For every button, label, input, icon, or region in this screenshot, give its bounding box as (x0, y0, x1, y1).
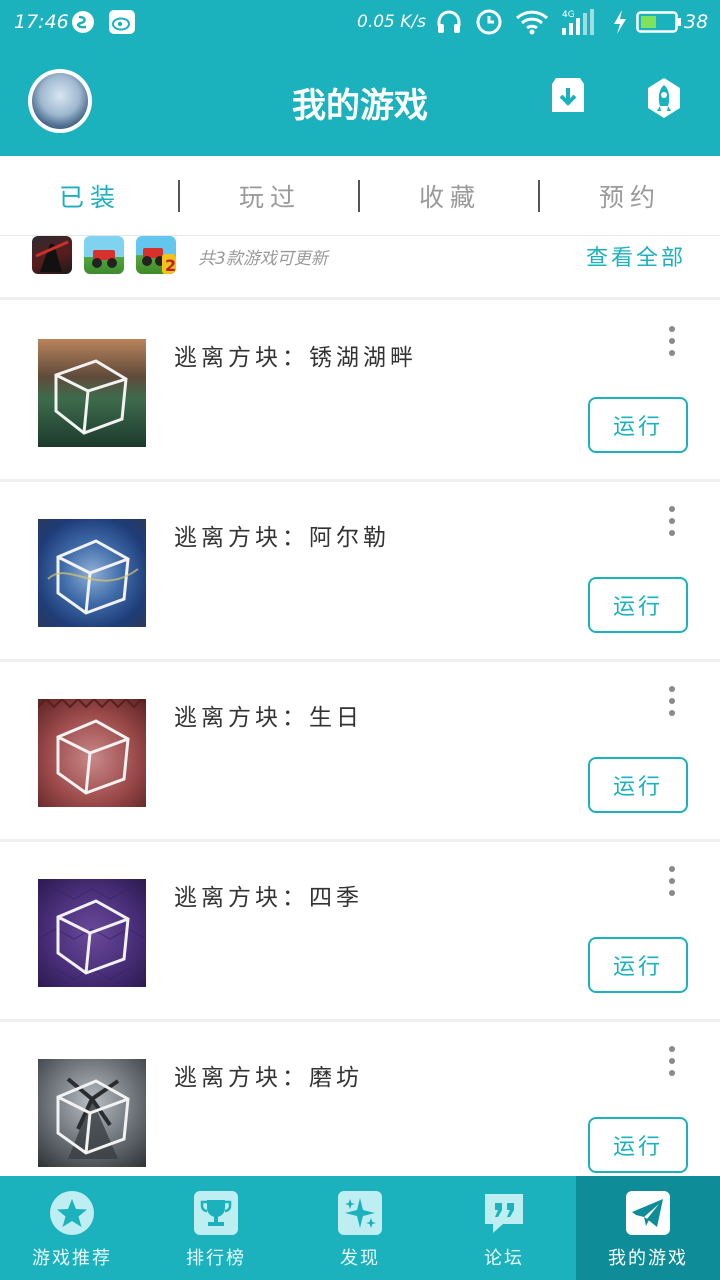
nav-label: 我的游戏 (608, 1248, 688, 1269)
app-header: 我的游戏 (0, 46, 720, 156)
game-list-item[interactable]: 逃离方块：锈湖湖畔 运行 (0, 302, 720, 482)
game-thumbnail (38, 699, 146, 807)
quote-bubble-icon (481, 1190, 527, 1236)
nav-game-recommend[interactable]: 游戏推荐 (0, 1176, 144, 1280)
battery-icon (636, 8, 682, 36)
game-title: 逃离方块：锈湖湖畔 (174, 345, 417, 371)
status-bar: 17:46 0.05 K/s 4G 38 (0, 0, 720, 46)
game-list-item[interactable]: 逃离方块：生日 运行 (0, 662, 720, 842)
more-options-button[interactable] (662, 504, 682, 538)
cube-icon (47, 539, 139, 615)
tab-divider (178, 180, 180, 212)
run-button[interactable]: 运行 (588, 397, 688, 453)
game-title: 逃离方块：磨坊 (174, 1065, 363, 1091)
game-title: 逃离方块：四季 (174, 885, 363, 911)
headphones-icon (436, 8, 462, 36)
run-button[interactable]: 运行 (588, 577, 688, 633)
game-thumbnail (38, 1059, 146, 1167)
game-thumbnail (38, 519, 146, 627)
update-game-icon: 2 (136, 236, 176, 274)
rocket-button[interactable] (644, 76, 684, 120)
more-options-button[interactable] (662, 1044, 682, 1078)
signal-icon: 4G (558, 8, 600, 36)
run-button[interactable]: 运行 (588, 757, 688, 813)
trophy-icon (193, 1190, 239, 1236)
more-options-button[interactable] (662, 864, 682, 898)
tab-reservations[interactable]: 预约 (540, 156, 720, 235)
network-speed: 0.05 K/s (357, 12, 426, 32)
update-banner[interactable]: 2 共3款游戏可更新 查看全部 (0, 236, 720, 300)
alarm-icon (475, 8, 503, 36)
game-thumbnail (38, 879, 146, 987)
weibo-icon (108, 8, 136, 36)
more-options-button[interactable] (662, 324, 682, 358)
rocket-icon (648, 78, 680, 118)
nav-label: 排行榜 (186, 1248, 246, 1269)
page-title: 我的游戏 (292, 86, 428, 126)
game-thumbnail (38, 339, 146, 447)
nav-my-games[interactable]: 我的游戏 (576, 1176, 720, 1280)
cube-icon (38, 699, 146, 795)
sparkle-icon (337, 1190, 383, 1236)
update-badge-number: 2 (165, 256, 176, 274)
more-options-button[interactable] (662, 684, 682, 718)
nav-label: 发现 (340, 1248, 380, 1269)
game-title: 逃离方块：阿尔勒 (174, 525, 390, 551)
star-icon (49, 1190, 95, 1236)
app-notification-icon (70, 8, 96, 36)
view-all-link[interactable]: 查看全部 (586, 240, 686, 272)
game-title: 逃离方块：生日 (174, 705, 363, 731)
tab-divider (538, 180, 540, 212)
tab-favorites[interactable]: 收藏 (360, 156, 540, 235)
update-game-icon (32, 236, 72, 274)
battery-percent: 38 (684, 11, 709, 33)
run-button[interactable]: 运行 (588, 1117, 688, 1173)
nav-ranking[interactable]: 排行榜 (144, 1176, 288, 1280)
status-time: 17:46 (14, 11, 69, 33)
tab-installed[interactable]: 已装 (0, 156, 180, 235)
nav-label: 论坛 (484, 1248, 524, 1269)
tab-divider (358, 180, 360, 212)
game-list-item[interactable]: 逃离方块：四季 运行 (0, 842, 720, 1022)
game-list-item[interactable]: 逃离方块：阿尔勒 运行 (0, 482, 720, 662)
svg-text:4G: 4G (562, 10, 575, 20)
nav-label: 游戏推荐 (32, 1248, 112, 1269)
update-count-text: 共3款游戏可更新 (198, 249, 328, 269)
charging-icon (612, 8, 628, 36)
run-button[interactable]: 运行 (588, 937, 688, 993)
game-list-item[interactable]: 逃离方块：磨坊 运行 (0, 1022, 720, 1202)
cube-icon (54, 359, 128, 435)
nav-forum[interactable]: 论坛 (432, 1176, 576, 1280)
update-game-icon (84, 236, 124, 274)
paper-plane-icon (625, 1190, 671, 1236)
tab-played[interactable]: 玩过 (180, 156, 360, 235)
tab-bar: 已装 玩过 收藏 预约 (0, 156, 720, 236)
cube-icon (56, 1077, 130, 1159)
cube-icon (38, 888, 146, 980)
download-manager-button[interactable] (548, 76, 588, 120)
download-box-icon (552, 78, 584, 112)
wifi-icon (515, 8, 549, 36)
bottom-navigation: 游戏推荐 排行榜 发现 论坛 我的游戏 (0, 1176, 720, 1280)
nav-discover[interactable]: 发现 (288, 1176, 432, 1280)
